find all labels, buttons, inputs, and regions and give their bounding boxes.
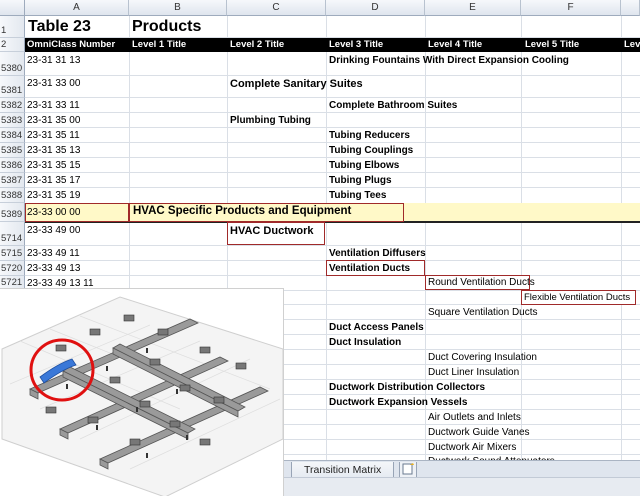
column-title-level2: Level 2 Title bbox=[230, 39, 285, 50]
cell-level3-title[interactable]: Tubing Couplings bbox=[329, 145, 413, 156]
cell-level2-title[interactable]: Complete Sanitary Suites bbox=[230, 78, 363, 90]
sheet-tab-transition-matrix[interactable]: Transition Matrix bbox=[291, 462, 395, 478]
cell-omniclass-number[interactable]: 23-31 35 19 bbox=[27, 190, 80, 201]
column-title-omniclass: OmniClass Number bbox=[27, 39, 116, 50]
cell-level5-title[interactable]: Flexible Ventilation Ducts bbox=[524, 292, 630, 303]
row-header[interactable]: 5715 bbox=[0, 246, 25, 261]
table-number: Table 23 bbox=[28, 18, 91, 35]
row-header[interactable]: 5387 bbox=[0, 173, 25, 188]
cell-level4-title[interactable]: Round Ventilation Ducts bbox=[428, 277, 535, 288]
cell-level4-title[interactable]: Duct Covering Insulation bbox=[428, 352, 537, 363]
spreadsheet[interactable]: A B C D E F 1 2 5380 5381 5382 5383 5384… bbox=[0, 0, 640, 496]
column-title-level4: Level 4 Title bbox=[428, 39, 483, 50]
row-header[interactable]: 5382 bbox=[0, 98, 25, 113]
cell-omniclass-number[interactable]: 23-31 33 00 bbox=[27, 78, 80, 89]
cell-omniclass-number[interactable]: 23-33 49 00 bbox=[27, 225, 80, 236]
cell-level1-title[interactable]: HVAC Specific Products and Equipment bbox=[133, 205, 351, 217]
row-header[interactable]: 5714 bbox=[0, 222, 25, 246]
cell-level3-title[interactable]: Duct Access Panels bbox=[329, 322, 424, 333]
row-header[interactable]: 5383 bbox=[0, 113, 25, 128]
cell-level2-title[interactable]: Plumbing Tubing bbox=[230, 115, 311, 126]
column-header-c[interactable]: C bbox=[227, 0, 326, 16]
cell-level4-title[interactable]: Duct Liner Insulation bbox=[428, 367, 519, 378]
cell-level3-title[interactable]: Tubing Tees bbox=[329, 190, 386, 201]
column-header-b[interactable]: B bbox=[129, 0, 227, 16]
column-title-level6: Leve bbox=[624, 39, 640, 50]
row-header[interactable]: 5720 bbox=[0, 261, 25, 276]
cell-level3-title[interactable]: Ventilation Ducts bbox=[329, 263, 410, 274]
cell-level3-title[interactable]: Ductwork Expansion Vessels bbox=[329, 397, 467, 408]
select-all-corner[interactable] bbox=[0, 0, 25, 16]
column-header-a[interactable]: A bbox=[25, 0, 129, 16]
hvac-ductwork-diagram bbox=[0, 288, 284, 496]
table-name: Products bbox=[132, 18, 202, 35]
column-header-f[interactable]: F bbox=[521, 0, 621, 16]
cell-omniclass-number[interactable]: 23-33 49 11 bbox=[27, 248, 80, 259]
cell-omniclass-number[interactable]: 23-31 35 13 bbox=[27, 145, 80, 156]
row-header[interactable]: 5389 bbox=[0, 203, 25, 222]
cell-level3-title[interactable]: Ductwork Distribution Collectors bbox=[329, 382, 485, 393]
row-header[interactable]: 5380 bbox=[0, 52, 25, 76]
cell-omniclass-number[interactable]: 23-31 31 13 bbox=[27, 55, 80, 66]
row-header[interactable]: 5386 bbox=[0, 158, 25, 173]
column-title-level5: Level 5 Title bbox=[525, 39, 580, 50]
row-header[interactable]: 5385 bbox=[0, 143, 25, 158]
column-header-e[interactable]: E bbox=[425, 0, 521, 16]
cell-omniclass-number[interactable]: 23-31 35 15 bbox=[27, 160, 80, 171]
cell-omniclass-number[interactable]: 23-33 49 13 bbox=[27, 263, 80, 274]
cell-level4-title[interactable]: Ductwork Air Mixers bbox=[428, 442, 516, 453]
cell-level3-title[interactable]: Ventilation Diffusers bbox=[329, 248, 426, 259]
cell-level3-title[interactable]: Duct Insulation bbox=[329, 337, 401, 348]
cell-omniclass-number[interactable]: 23-31 35 00 bbox=[27, 115, 80, 126]
cell-omniclass-number[interactable]: 23-31 35 11 bbox=[27, 130, 80, 141]
insert-sheet-icon[interactable] bbox=[399, 462, 417, 478]
horizontal-scrollbar[interactable] bbox=[283, 477, 640, 496]
column-title-level3: Level 3 Title bbox=[329, 39, 384, 50]
cell-level3-title[interactable]: Tubing Elbows bbox=[329, 160, 399, 171]
cell-level4-title[interactable]: Ductwork Guide Vanes bbox=[428, 427, 530, 438]
cell-level3-title[interactable]: Drinking Fountains With Direct Expansion… bbox=[329, 55, 569, 66]
cell-level2-title[interactable]: HVAC Ductwork bbox=[230, 225, 314, 237]
row-header[interactable]: 1 bbox=[0, 16, 25, 38]
callout-box bbox=[25, 203, 129, 222]
cell-level3-title[interactable]: Tubing Plugs bbox=[329, 175, 392, 186]
column-title-level1: Level 1 Title bbox=[132, 39, 187, 50]
row-header[interactable]: 2 bbox=[0, 38, 25, 52]
column-header-g[interactable] bbox=[621, 0, 640, 16]
column-header-d[interactable]: D bbox=[326, 0, 425, 16]
cell-level3-title[interactable]: Tubing Reducers bbox=[329, 130, 410, 141]
row-header[interactable]: 5381 bbox=[0, 76, 25, 98]
cell-level4-title[interactable]: Square Ventilation Ducts bbox=[428, 307, 538, 318]
cell-omniclass-number[interactable]: 23-31 35 17 bbox=[27, 175, 80, 186]
row-header[interactable]: 5384 bbox=[0, 128, 25, 143]
cell-omniclass-number[interactable]: 23-31 33 11 bbox=[27, 100, 80, 111]
cell-level3-title[interactable]: Complete Bathroom Suites bbox=[329, 100, 457, 111]
cell-level4-title[interactable]: Air Outlets and Inlets bbox=[428, 412, 521, 423]
row-header[interactable]: 5388 bbox=[0, 188, 25, 203]
